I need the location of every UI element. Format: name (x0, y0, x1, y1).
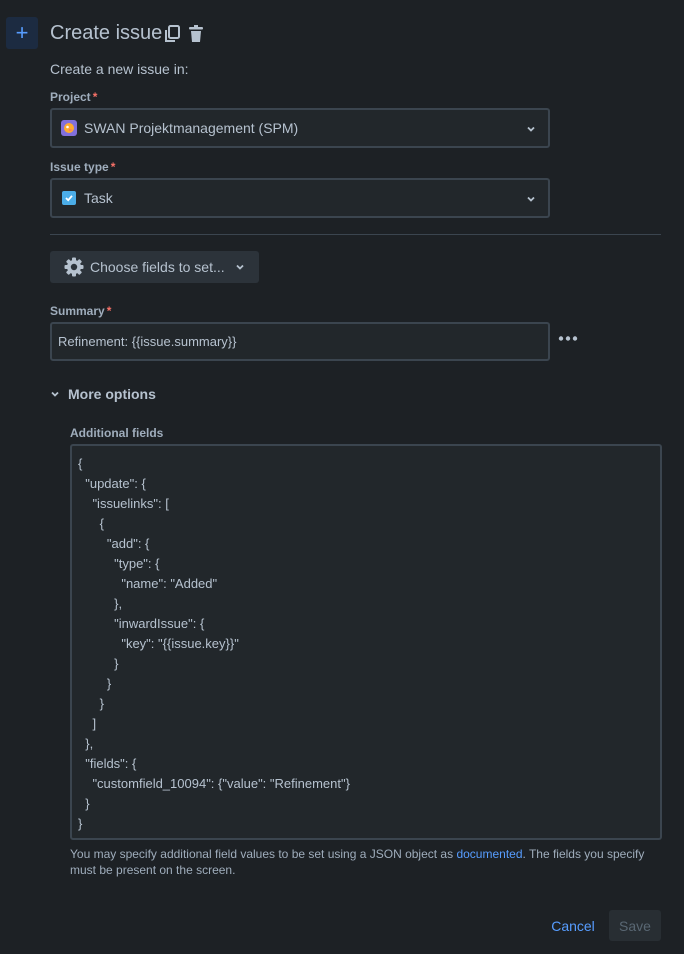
project-avatar-icon (61, 120, 77, 136)
page-title: Create issue (50, 22, 163, 44)
summary-label: Summary * (50, 304, 112, 318)
choose-fields-button[interactable]: Choose fields to set... (50, 251, 259, 283)
chevron-down-icon (50, 389, 60, 399)
additional-fields-help: You may specify additional field values … (70, 847, 645, 877)
section-divider (50, 234, 661, 235)
chevron-down-icon (526, 191, 536, 209)
project-select[interactable]: SWAN Projektmanagement (SPM) (50, 108, 550, 148)
summary-input[interactable]: Refinement: {{issue.summary}} (50, 322, 550, 361)
issue-type-label: Issue type * (50, 160, 116, 174)
create-issue-subtitle: Create a new issue in: (50, 61, 189, 77)
more-actions-icon[interactable] (557, 330, 579, 346)
additional-fields-textarea[interactable]: { "update": { "issuelinks": [ { "add": {… (70, 444, 662, 840)
issue-type-select[interactable]: Task (50, 178, 550, 218)
more-options-toggle[interactable]: More options (50, 386, 156, 402)
copy-icon[interactable] (163, 24, 181, 44)
more-options-label: More options (68, 386, 156, 402)
project-label: Project * (50, 90, 98, 104)
plus-icon: + (15, 20, 29, 45)
save-button[interactable]: Save (609, 910, 661, 941)
additional-fields-label: Additional fields (70, 426, 164, 440)
issue-type-value: Task (84, 190, 113, 206)
choose-fields-label: Choose fields to set... (90, 259, 225, 275)
gear-icon (64, 257, 84, 277)
documented-link[interactable]: documented (456, 847, 522, 861)
summary-value: Refinement: {{issue.summary}} (58, 334, 237, 349)
chevron-down-icon (526, 121, 536, 139)
chevron-down-icon (235, 262, 245, 272)
additional-fields-json: { "update": { "issuelinks": [ { "add": {… (78, 456, 350, 831)
trash-icon[interactable] (187, 24, 205, 44)
add-component-button[interactable]: + (6, 17, 38, 49)
cancel-button[interactable]: Cancel (545, 911, 601, 941)
task-icon (62, 191, 76, 205)
project-value: SWAN Projektmanagement (SPM) (84, 120, 299, 136)
